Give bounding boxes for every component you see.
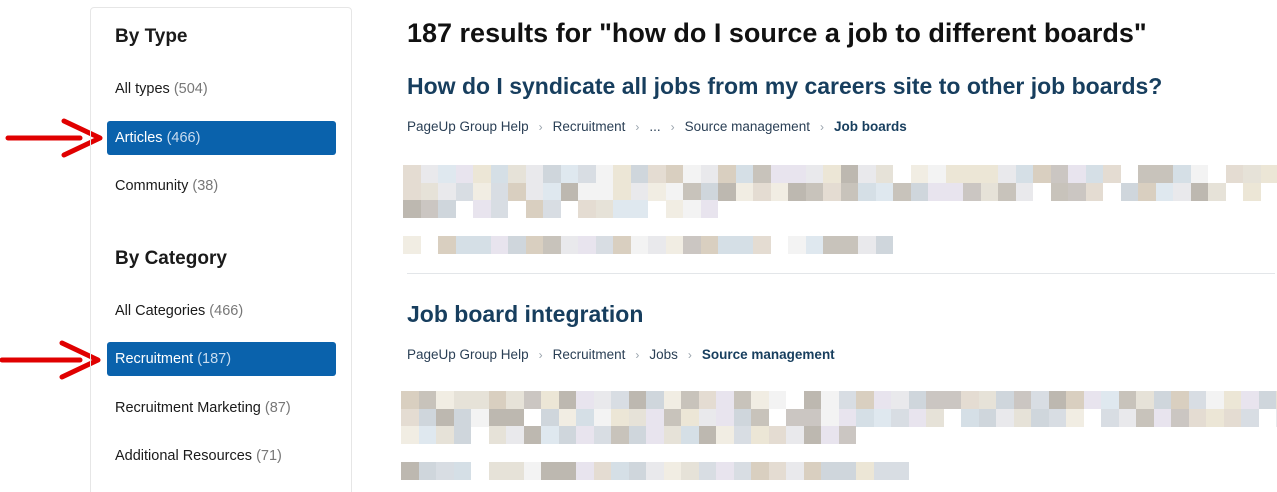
by-type-heading: By Type <box>115 26 188 47</box>
result-title-link[interactable]: How do I syndicate all jobs from my care… <box>407 73 1162 100</box>
facet-label: All Categories <box>115 303 206 319</box>
redacted-snippet-line <box>403 183 1277 201</box>
redacted-snippet-line <box>403 200 718 218</box>
breadcrumb-current: Job boards <box>833 119 907 134</box>
result-breadcrumb: PageUp Group Help › Recruitment › Jobs ›… <box>407 347 835 362</box>
facet-label: Recruitment Marketing <box>115 400 261 416</box>
facet-all-categories[interactable]: All Categories (466) <box>107 294 336 328</box>
chevron-right-icon: › <box>538 119 543 134</box>
facet-count: (187) <box>197 351 232 367</box>
facet-count: (466) <box>209 303 244 319</box>
breadcrumb-item[interactable]: Recruitment <box>553 347 626 362</box>
breadcrumb-item[interactable]: PageUp Group Help <box>407 347 529 362</box>
facet-articles[interactable]: Articles (466) <box>107 121 336 155</box>
redacted-snippet-line <box>401 426 856 444</box>
facet-recruitment[interactable]: Recruitment (187) <box>107 342 336 376</box>
breadcrumb-item[interactable]: Source management <box>685 119 810 134</box>
facet-recruitment-marketing[interactable]: Recruitment Marketing (87) <box>107 391 336 425</box>
facet-count: (38) <box>192 178 219 194</box>
result-breadcrumb: PageUp Group Help › Recruitment › ... › … <box>407 119 907 134</box>
facet-additional-resources[interactable]: Additional Resources (71) <box>107 439 336 473</box>
result-divider <box>407 273 1275 274</box>
facet-count: (504) <box>173 81 208 97</box>
breadcrumb-item[interactable]: ... <box>649 119 660 134</box>
result-title-link[interactable]: Job board integration <box>407 301 643 328</box>
facet-label: Community <box>115 178 189 194</box>
redacted-meta-line <box>401 462 926 480</box>
breadcrumb-item[interactable]: Jobs <box>649 347 678 362</box>
results-heading: 187 results for "how do I source a job t… <box>407 18 1147 48</box>
redacted-snippet-line <box>401 391 1277 409</box>
chevron-right-icon: › <box>635 347 640 362</box>
chevron-right-icon: › <box>538 347 543 362</box>
facet-count: (87) <box>264 400 291 416</box>
facet-label: Additional Resources <box>115 448 253 464</box>
filter-sidebar: By Type All types (504) Articles (466) C… <box>90 7 352 492</box>
facet-label: All types <box>115 81 170 97</box>
facet-community[interactable]: Community (38) <box>107 169 336 203</box>
redacted-snippet-line <box>403 165 1277 183</box>
chevron-right-icon: › <box>687 347 692 362</box>
breadcrumb-current: Source management <box>701 347 835 362</box>
facet-label: Articles <box>115 130 163 146</box>
facet-count: (466) <box>166 130 201 146</box>
chevron-right-icon: › <box>670 119 675 134</box>
breadcrumb-item[interactable]: Recruitment <box>553 119 626 134</box>
by-category-heading: By Category <box>115 248 227 269</box>
chevron-right-icon: › <box>819 119 824 134</box>
facet-label: Recruitment <box>115 351 194 367</box>
redacted-snippet-line <box>401 409 1277 427</box>
facet-count: (71) <box>256 448 282 464</box>
chevron-right-icon: › <box>635 119 640 134</box>
breadcrumb-item[interactable]: PageUp Group Help <box>407 119 529 134</box>
facet-all-types[interactable]: All types (504) <box>107 72 336 106</box>
redacted-meta-line <box>403 236 893 254</box>
